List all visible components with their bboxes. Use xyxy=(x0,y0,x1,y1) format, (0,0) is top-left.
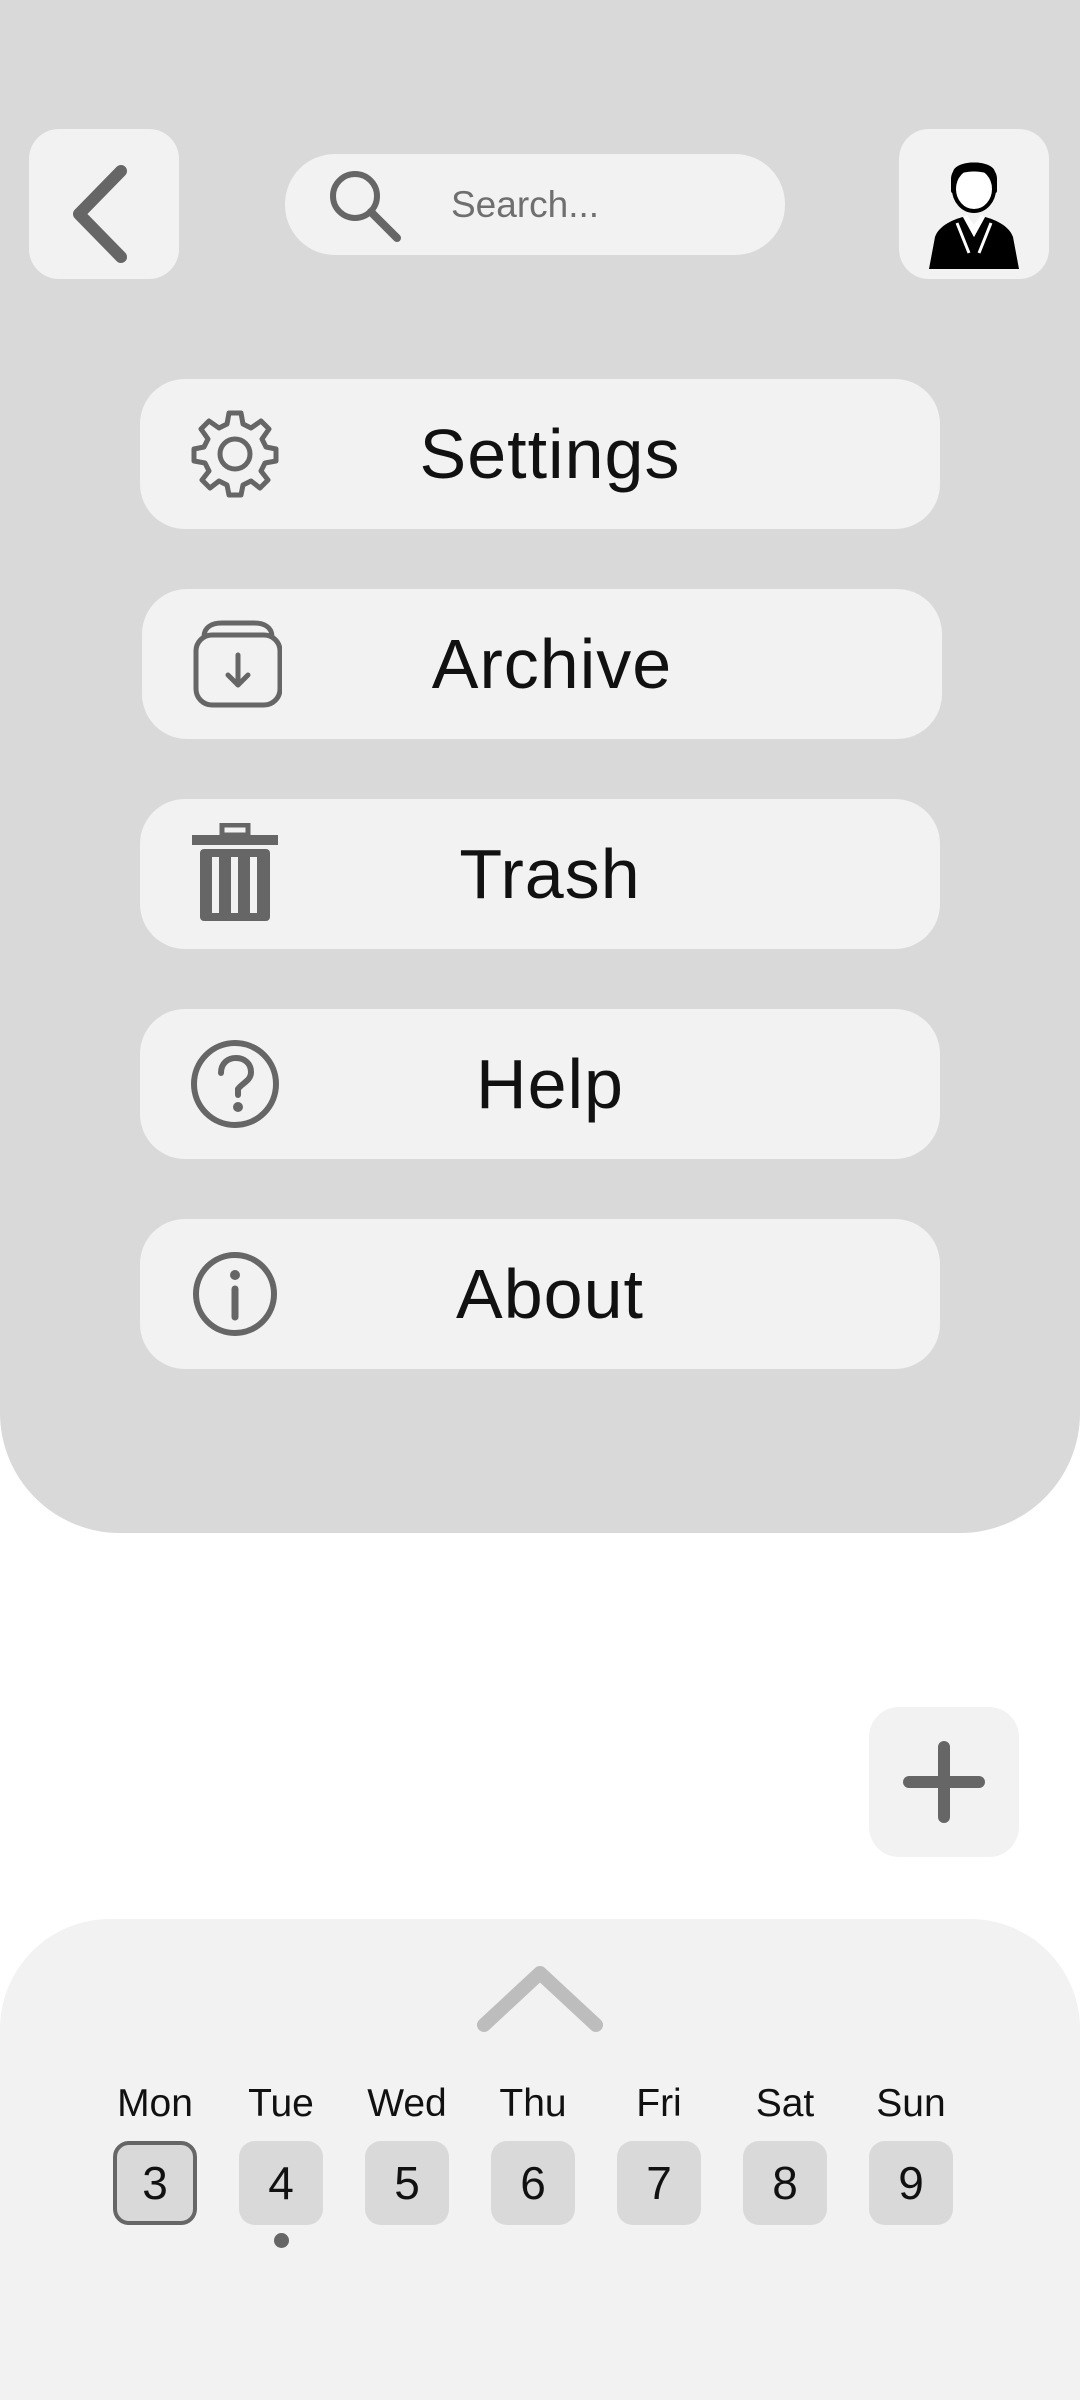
day-sun[interactable]: Sun 9 xyxy=(861,2079,961,2225)
event-dot xyxy=(273,2233,289,2248)
user-avatar-icon xyxy=(929,162,1019,269)
day-name: Sun xyxy=(876,2082,946,2125)
app-screen: Search... Settings Archive Trash Help Ab… xyxy=(0,0,1080,2400)
chevron-left-icon xyxy=(73,165,127,263)
search-icon xyxy=(330,171,401,242)
menu-item-about[interactable]: About xyxy=(140,1219,940,1369)
day-number[interactable]: 8 xyxy=(743,2141,827,2225)
menu-item-label: Help xyxy=(476,1045,624,1123)
day-sat[interactable]: Sat 8 xyxy=(735,2079,835,2225)
week-strip: Mon 3 Tue 4 Wed 5 Thu 6 Fri 7 Sat 8 Sun … xyxy=(105,2079,975,2279)
menu-item-label: Archive xyxy=(431,625,673,703)
day-number[interactable]: 5 xyxy=(365,2141,449,2225)
day-fri[interactable]: Fri 7 xyxy=(609,2079,709,2225)
plus-icon xyxy=(903,1741,985,1823)
menu-item-label: About xyxy=(456,1255,644,1333)
day-name: Tue xyxy=(248,2082,314,2125)
profile-button[interactable] xyxy=(899,129,1049,279)
day-number[interactable]: 4 xyxy=(239,2141,323,2225)
add-button[interactable] xyxy=(869,1707,1019,1857)
calendar-sheet: Mon 3 Tue 4 Wed 5 Thu 6 Fri 7 Sat 8 Sun … xyxy=(0,1919,1080,2400)
menu-item-label: Settings xyxy=(419,415,681,493)
day-thu[interactable]: Thu 6 xyxy=(483,2079,583,2225)
menu-item-archive[interactable]: Archive xyxy=(142,589,942,739)
day-number[interactable]: 9 xyxy=(869,2141,953,2225)
menu-item-label: Trash xyxy=(459,835,641,913)
day-mon[interactable]: Mon 3 xyxy=(105,2079,205,2225)
search-bar[interactable]: Search... xyxy=(285,154,785,255)
day-name: Fri xyxy=(636,2082,682,2125)
day-name: Thu xyxy=(499,2082,567,2125)
day-name: Sat xyxy=(755,2082,815,2125)
chevron-up-icon[interactable] xyxy=(470,1955,610,2045)
back-button[interactable] xyxy=(29,129,179,279)
menu-item-trash[interactable]: Trash xyxy=(140,799,940,949)
day-name: Mon xyxy=(117,2082,193,2125)
menu-item-help[interactable]: Help xyxy=(140,1009,940,1159)
day-number[interactable]: 3 xyxy=(113,2141,197,2225)
day-wed[interactable]: Wed 5 xyxy=(357,2079,457,2225)
day-name: Wed xyxy=(367,2082,447,2125)
menu-panel: Search... Settings Archive Trash Help Ab… xyxy=(0,0,1080,1533)
search-input[interactable]: Search... xyxy=(451,184,599,226)
day-number[interactable]: 6 xyxy=(491,2141,575,2225)
day-number[interactable]: 7 xyxy=(617,2141,701,2225)
menu-item-settings[interactable]: Settings xyxy=(140,379,940,529)
day-tue[interactable]: Tue 4 xyxy=(231,2079,331,2248)
